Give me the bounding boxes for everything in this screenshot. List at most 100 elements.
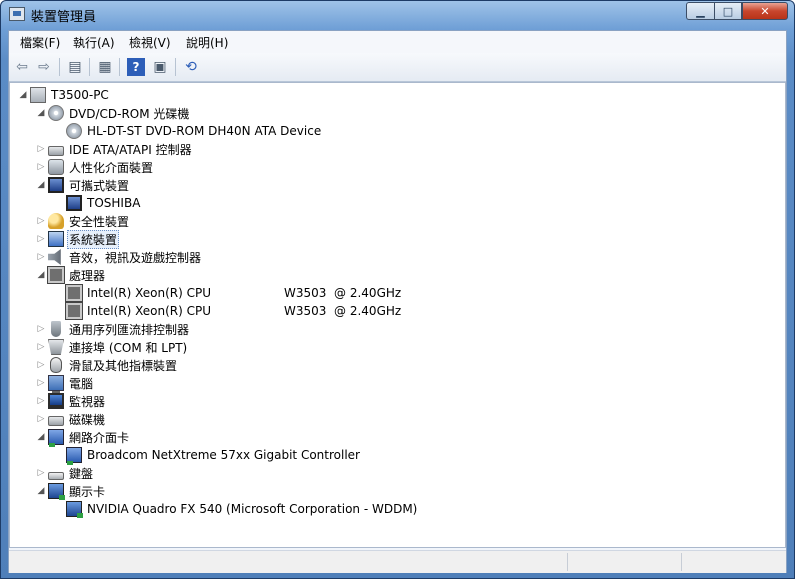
- tree-row[interactable]: ◢ 可攜式裝置: [36, 176, 131, 194]
- device-category[interactable]: 滑鼠及其他指標裝置: [67, 356, 179, 375]
- portable-device-icon: [48, 177, 64, 193]
- device-manager-app-icon[interactable]: [9, 7, 25, 21]
- title-bar[interactable]: 裝置管理員 ▁ □ ✕: [1, 1, 794, 29]
- properties-icon[interactable]: ▦: [96, 58, 114, 76]
- expand-arrow-icon[interactable]: ▷: [36, 158, 46, 176]
- device-category[interactable]: 安全性裝置: [67, 212, 131, 231]
- tree-row[interactable]: ▷ 通用序列匯流排控制器: [36, 320, 191, 338]
- tree-row[interactable]: ◢ 網路介面卡: [36, 428, 131, 447]
- menu-view[interactable]: 檢視(V): [129, 34, 171, 51]
- forward-icon[interactable]: ⇨: [35, 58, 53, 76]
- device-category[interactable]: 連接埠 (COM 和 LPT): [67, 338, 189, 357]
- device-category[interactable]: 通用序列匯流排控制器: [67, 320, 191, 339]
- tree-row[interactable]: NVIDIA Quadro FX 540 (Microsoft Corporat…: [54, 500, 419, 518]
- tree-row[interactable]: ◢ 處理器: [36, 266, 107, 284]
- expand-arrow-icon[interactable]: ▷: [36, 338, 46, 356]
- disk-icon: [48, 105, 64, 121]
- device-item[interactable]: Broadcom NetXtreme 57xx Gigabit Controll…: [85, 447, 362, 463]
- usb-icon: [51, 321, 61, 337]
- menu-action[interactable]: 執行(A): [73, 34, 115, 51]
- tree-row[interactable]: ▷ 滑鼠及其他指標裝置: [36, 356, 179, 374]
- scan-hardware-icon[interactable]: ⟲: [182, 58, 200, 76]
- expand-arrow-icon[interactable]: ◢: [36, 104, 46, 122]
- expand-arrow-icon[interactable]: ▷: [36, 374, 46, 392]
- action-pane-icon[interactable]: ▣: [151, 58, 169, 76]
- device-item[interactable]: HL-DT-ST DVD-ROM DH40N ATA Device: [85, 123, 323, 139]
- maximize-button[interactable]: □: [714, 2, 742, 20]
- expand-arrow-icon[interactable]: ◢: [36, 428, 46, 446]
- disk-drive-icon: [48, 416, 64, 426]
- tree-row[interactable]: ▷ 安全性裝置: [36, 212, 131, 230]
- expand-arrow-icon[interactable]: ▷: [36, 410, 46, 428]
- expand-arrow-icon: [54, 284, 64, 302]
- device-item[interactable]: Intel(R) Xeon(R) CPU: [85, 303, 213, 319]
- device-category[interactable]: IDE ATA/ATAPI 控制器: [67, 140, 194, 159]
- tree-row[interactable]: ▷ 人性化介面裝置: [36, 158, 155, 176]
- show-hide-console-tree-icon[interactable]: ▤: [66, 58, 84, 76]
- tree-root-computer[interactable]: T3500-PC: [49, 87, 111, 103]
- processor-icon: [65, 302, 83, 320]
- device-category[interactable]: 可攜式裝置: [67, 176, 131, 195]
- caption-buttons: ▁ □ ✕: [686, 2, 788, 20]
- expand-arrow-icon: [54, 194, 64, 212]
- device-tree[interactable]: ◢ T3500-PC ◢ DVD/CD-ROM 光碟機 HL-DT-ST DVD-ROM…: [9, 82, 786, 548]
- tree-row[interactable]: ◢ DVD/CD-ROM 光碟機: [36, 104, 191, 122]
- expand-arrow-icon[interactable]: ◢: [18, 86, 28, 104]
- device-category[interactable]: 磁碟機: [67, 410, 107, 429]
- device-category[interactable]: 人性化介面裝置: [67, 158, 155, 177]
- expand-arrow-icon[interactable]: ▷: [36, 320, 46, 338]
- expand-arrow-icon[interactable]: ▷: [36, 392, 46, 410]
- tree-row[interactable]: ▷ 音效，視訊及遊戲控制器: [36, 248, 203, 266]
- menu-help[interactable]: 說明(H): [186, 34, 228, 51]
- device-category[interactable]: 顯示卡: [67, 482, 107, 501]
- tree-row[interactable]: HL-DT-ST DVD-ROM DH40N ATA Device: [54, 122, 323, 140]
- expand-arrow-icon[interactable]: ▷: [36, 230, 46, 248]
- expand-arrow-icon: [54, 446, 64, 464]
- network-adapter-icon: [66, 447, 82, 465]
- device-category[interactable]: 監視器: [67, 392, 107, 411]
- tree-row[interactable]: Intel(R) Xeon(R) CPU: [54, 302, 213, 320]
- processor-icon: [47, 266, 65, 284]
- tree-row[interactable]: ▷ 磁碟機: [36, 410, 107, 428]
- menu-bar: 檔案(F) 執行(A) 檢視(V) 說明(H): [9, 31, 786, 54]
- device-category[interactable]: 電腦: [67, 374, 95, 393]
- back-icon[interactable]: ⇦: [13, 58, 31, 76]
- expand-arrow-icon[interactable]: ▷: [36, 140, 46, 158]
- expand-arrow-icon[interactable]: ◢: [36, 266, 46, 284]
- mouse-icon: [50, 357, 62, 373]
- minimize-button[interactable]: ▁: [686, 2, 714, 20]
- computer-icon: [48, 375, 64, 393]
- tree-row[interactable]: TOSHIBA: [54, 194, 142, 212]
- tree-row[interactable]: ◢ 顯示卡: [36, 482, 107, 500]
- device-item[interactable]: TOSHIBA: [85, 195, 142, 211]
- help-icon[interactable]: ?: [127, 58, 145, 76]
- device-category[interactable]: 網路介面卡: [67, 428, 131, 447]
- device-category[interactable]: 音效，視訊及遊戲控制器: [67, 248, 203, 267]
- expand-arrow-icon[interactable]: ▷: [36, 356, 46, 374]
- expand-arrow-icon[interactable]: ◢: [36, 482, 46, 500]
- expand-arrow-icon[interactable]: ▷: [36, 212, 46, 230]
- tree-row[interactable]: Broadcom NetXtreme 57xx Gigabit Controll…: [54, 446, 362, 465]
- cpu-speed-text: W3503 @ 2.40GHz: [284, 304, 402, 318]
- monitor-icon: [48, 393, 64, 409]
- tree-row[interactable]: ▷ 連接埠 (COM 和 LPT): [36, 338, 189, 356]
- tree-row[interactable]: ▷ 鍵盤: [36, 464, 95, 482]
- close-button[interactable]: ✕: [742, 2, 788, 20]
- device-item[interactable]: Intel(R) Xeon(R) CPU: [85, 285, 213, 301]
- tree-row[interactable]: ▷ 系統裝置: [36, 229, 120, 249]
- expand-arrow-icon[interactable]: ▷: [36, 248, 46, 266]
- device-category[interactable]: 系統裝置: [67, 229, 120, 249]
- tree-row[interactable]: ▷ 電腦: [36, 374, 95, 393]
- tree-row[interactable]: ▷ 監視器: [36, 392, 107, 410]
- device-category[interactable]: 處理器: [67, 266, 107, 285]
- expand-arrow-icon[interactable]: ▷: [36, 464, 46, 482]
- device-item[interactable]: NVIDIA Quadro FX 540 (Microsoft Corporat…: [85, 501, 419, 517]
- menu-file[interactable]: 檔案(F): [20, 34, 60, 51]
- device-category[interactable]: 鍵盤: [67, 464, 95, 483]
- tree-row[interactable]: Intel(R) Xeon(R) CPU: [54, 284, 213, 302]
- expand-arrow-icon[interactable]: ◢: [36, 176, 46, 194]
- tree-row[interactable]: ▷ IDE ATA/ATAPI 控制器: [36, 140, 194, 158]
- security-key-icon: [48, 213, 64, 229]
- device-category[interactable]: DVD/CD-ROM 光碟機: [67, 104, 191, 123]
- tree-row[interactable]: ◢ T3500-PC: [18, 86, 111, 104]
